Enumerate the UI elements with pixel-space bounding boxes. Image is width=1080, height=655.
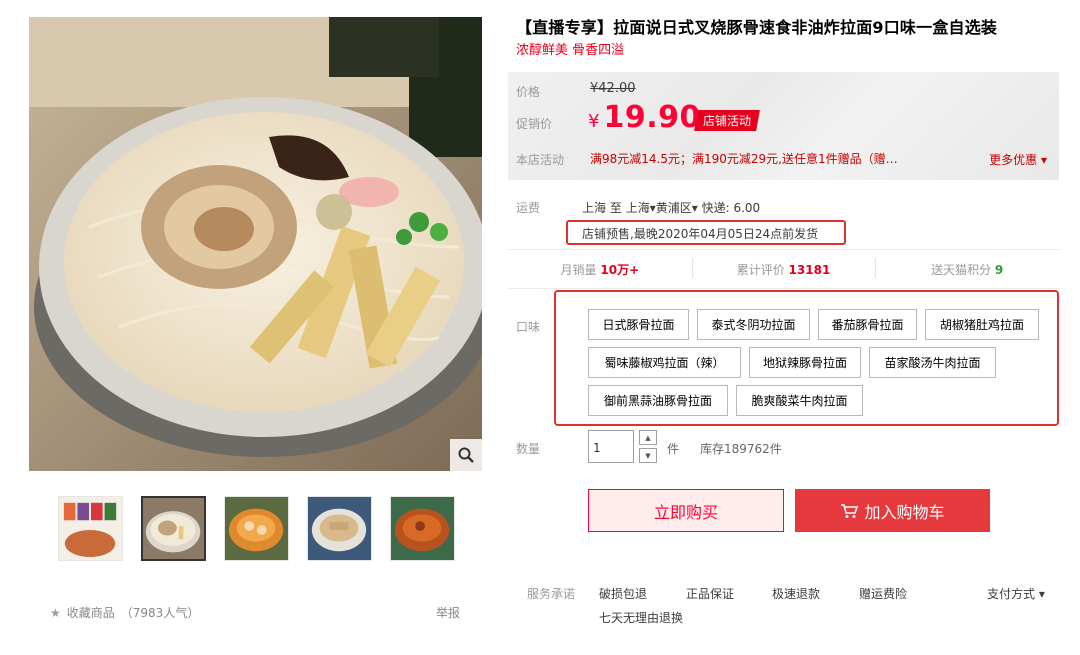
original-price: ¥42.00 [590, 81, 636, 96]
activity-text: 满98元减14.5元；满190元减29元,送任意1件赠品（赠… [590, 152, 898, 166]
monthly-sales-value: 10万+ [600, 262, 640, 277]
tmall-points-label: 送天猫积分 [931, 262, 992, 277]
promo-tag: 店铺活动 [694, 110, 760, 131]
destination-city: 上海 [625, 201, 650, 215]
ship-from: 上海 [582, 201, 607, 215]
thumbnail-1[interactable] [58, 496, 123, 561]
thumbnail-2[interactable] [141, 496, 206, 561]
more-offers-link[interactable]: 更多优惠 ▾ [989, 151, 1047, 168]
price-label: 价格 [516, 85, 541, 99]
promo-price-label: 促销价 [516, 117, 553, 131]
destination-district: 黄浦区 [655, 201, 692, 215]
promo-price-value: 19.90 [603, 100, 701, 135]
flavor-option[interactable]: 御前黑蒜油豚骨拉面 [588, 385, 728, 416]
destination-selector[interactable]: 上海▾黄浦区▾ [626, 201, 698, 215]
star-icon: ★ [50, 605, 61, 620]
ramen-bowl-illustration [29, 17, 482, 471]
promo-tag-label: 店铺活动 [703, 114, 752, 128]
flavor-option[interactable]: 苗家酸汤牛肉拉面 [869, 347, 996, 378]
express-fee: 快递: 6.00 [701, 201, 761, 215]
flavor-option[interactable]: 番茄豚骨拉面 [818, 309, 917, 340]
quantity-input[interactable]: 1 [588, 430, 634, 463]
thumbnail-4[interactable] [307, 496, 372, 561]
payment-method-dropdown[interactable]: 支付方式 ▾ [987, 585, 1045, 602]
service-item[interactable]: 七天无理由退换 [599, 609, 683, 626]
cart-icon [841, 503, 859, 518]
product-subtitle: 浓醇鲜美 骨香四溢 [516, 43, 625, 58]
report-link[interactable]: 举报 [436, 604, 460, 621]
flavor-option[interactable]: 脆爽酸菜牛肉拉面 [736, 385, 863, 416]
review-count-value: 13181 [788, 262, 831, 277]
thumbnail-3[interactable] [224, 496, 289, 561]
stock-count: 库存189762件 [700, 442, 782, 456]
favorite-button[interactable]: ★ 收藏商品 （7983人气） [50, 604, 199, 621]
favorite-popularity: （7983人气） [120, 606, 200, 620]
flavor-option[interactable]: 地狱辣豚骨拉面 [749, 347, 861, 378]
activity-label: 本店活动 [516, 153, 565, 167]
product-title: 【直播专享】拉面说日式叉烧豚骨速食非油炸拉面9口味一盒自选装 [516, 18, 998, 37]
chevron-up-icon: ▲ [645, 433, 651, 442]
more-offers-label: 更多优惠 [989, 153, 1038, 167]
quantity-increase-button[interactable]: ▲ [639, 430, 657, 445]
promo-price: ¥ 19.90 [588, 100, 701, 135]
service-label: 服务承诺 [527, 587, 576, 601]
flavor-option[interactable]: 蜀味藤椒鸡拉面（辣） [588, 347, 741, 378]
favorite-label: 收藏商品 [66, 606, 115, 620]
ship-to-word: 至 [609, 201, 622, 215]
main-product-image[interactable] [29, 17, 482, 471]
chevron-down-icon: ▾ [691, 201, 698, 215]
buy-now-label: 立即购买 [653, 502, 718, 522]
buy-now-button[interactable]: 立即购买 [588, 489, 784, 532]
quantity-unit: 件 [667, 442, 680, 456]
shipping-info: 上海 至 上海▾黄浦区▾ 快递: 6.00 [582, 199, 760, 216]
payment-method-label: 支付方式 [987, 587, 1036, 601]
magnifier-icon [458, 447, 474, 463]
price-panel: 价格 ¥42.00 促销价 ¥ 19.90 店铺活动 本店活动 满98元减14.… [508, 72, 1059, 180]
quantity-label: 数量 [516, 442, 541, 456]
tmall-points-value: 9 [994, 262, 1004, 277]
zoom-button[interactable] [450, 439, 482, 471]
service-item[interactable]: 破损包退 [599, 585, 647, 602]
monthly-sales: 月销量 10万+ [508, 261, 692, 278]
quantity-decrease-button[interactable]: ▼ [639, 448, 657, 463]
review-count-label: 累计评价 [736, 262, 785, 277]
review-count[interactable]: 累计评价 13181 [691, 257, 876, 278]
stats-bar: 月销量 10万+ 累计评价 13181 送天猫积分 9 [508, 249, 1059, 289]
chevron-down-icon: ▾ [1037, 153, 1047, 167]
thumbnail-5[interactable] [390, 496, 455, 561]
tmall-points: 送天猫积分 9 [875, 257, 1059, 278]
flavor-option[interactable]: 泰式冬阴功拉面 [697, 309, 810, 340]
chevron-down-icon: ▼ [645, 451, 651, 460]
flavor-label: 口味 [516, 320, 541, 334]
currency-symbol: ¥ [588, 111, 600, 132]
flavor-option[interactable]: 胡椒猪肚鸡拉面 [925, 309, 1039, 340]
service-item[interactable]: 赠运费险 [859, 585, 907, 602]
shipping-label: 运费 [516, 201, 541, 215]
service-item[interactable]: 正品保证 [686, 585, 734, 602]
service-item[interactable]: 极速退款 [772, 585, 820, 602]
add-to-cart-label: 加入购物车 [864, 502, 945, 522]
presale-notice: 店铺预售,最晚2020年04月05日24点前发货 [566, 220, 846, 245]
chevron-down-icon: ▾ [1038, 587, 1045, 601]
monthly-sales-label: 月销量 [560, 262, 597, 277]
flavor-option[interactable]: 日式豚骨拉面 [588, 309, 689, 340]
thumbnail-strip [58, 496, 455, 561]
add-to-cart-button[interactable]: 加入购物车 [795, 489, 990, 532]
